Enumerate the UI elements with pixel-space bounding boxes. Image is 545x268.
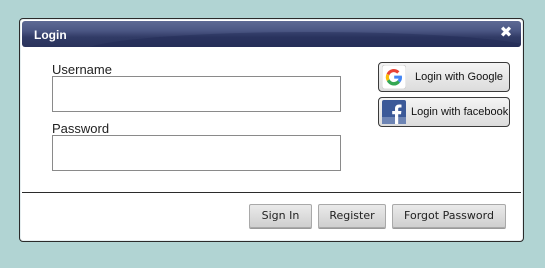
- sign-in-button[interactable]: Sign In: [249, 204, 312, 228]
- username-input[interactable]: [52, 76, 341, 112]
- register-button[interactable]: Register: [318, 204, 386, 228]
- login-with-facebook-label: Login with facebook: [411, 106, 509, 118]
- dialog-titlebar: Login ✖: [22, 21, 521, 47]
- password-input[interactable]: [52, 135, 341, 171]
- facebook-icon: [382, 100, 406, 124]
- password-label: Password: [52, 121, 110, 136]
- dialog-title: Login: [34, 28, 67, 42]
- username-label: Username: [52, 62, 112, 77]
- google-icon: [382, 65, 406, 89]
- close-icon[interactable]: ✖: [499, 25, 513, 41]
- divider: [22, 192, 521, 193]
- login-with-facebook-button[interactable]: Login with facebook: [378, 97, 510, 127]
- forgot-password-button[interactable]: Forgot Password: [392, 204, 506, 228]
- login-with-google-button[interactable]: Login with Google: [378, 62, 510, 92]
- login-with-google-label: Login with Google: [414, 71, 504, 83]
- login-dialog: Login ✖ Username Password Login with Goo…: [19, 18, 524, 242]
